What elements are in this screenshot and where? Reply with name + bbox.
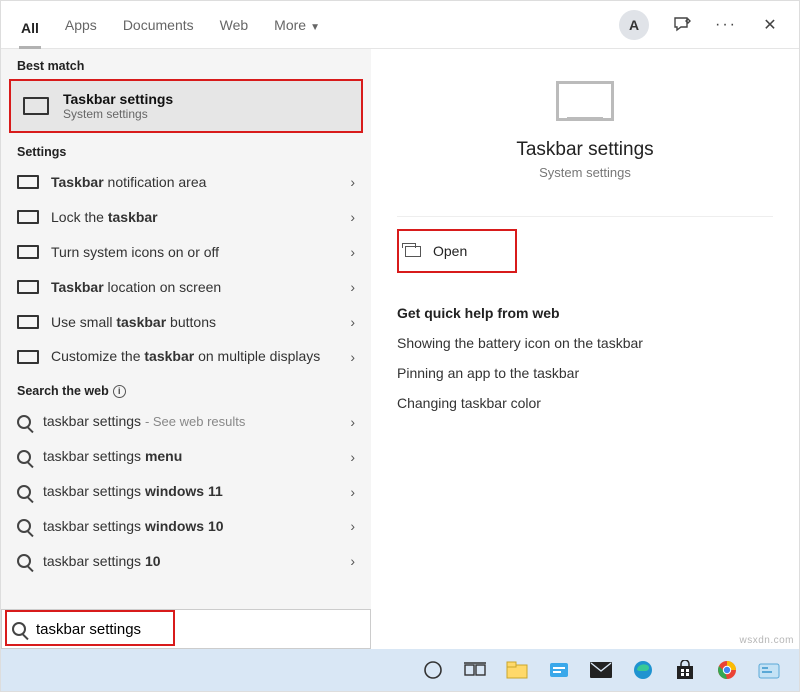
open-label: Open [433, 243, 467, 259]
tab-more[interactable]: More▼ [272, 13, 322, 37]
open-button[interactable]: Open [397, 229, 517, 273]
search-icon [17, 554, 31, 568]
best-match-item[interactable]: Taskbar settings System settings [9, 79, 363, 133]
settings-item[interactable]: Taskbar location on screen › [1, 270, 371, 305]
header-tabs: All Apps Documents Web More▼ A ··· ✕ [1, 1, 799, 49]
web-search-item[interactable]: taskbar settings menu › [1, 439, 371, 474]
chevron-right-icon: › [350, 484, 355, 500]
search-input[interactable] [36, 621, 370, 638]
settings-item-label: Use small taskbar buttons [51, 313, 338, 332]
settings-item[interactable]: Taskbar notification area › [1, 165, 371, 200]
tab-all[interactable]: All [19, 16, 41, 49]
chevron-right-icon: › [350, 244, 355, 260]
open-icon [405, 246, 421, 257]
best-match-title: Taskbar settings [63, 91, 173, 107]
display-icon [17, 315, 39, 329]
task-view-icon[interactable] [463, 658, 487, 682]
section-best-match: Best match [1, 49, 371, 79]
settings-item-label: Lock the taskbar [51, 208, 338, 227]
tab-apps[interactable]: Apps [63, 13, 99, 37]
web-item-label: taskbar settings menu [43, 447, 338, 466]
display-icon [17, 350, 39, 364]
settings-item[interactable]: Use small taskbar buttons › [1, 305, 371, 340]
preview-panel: Taskbar settings System settings Open Ge… [371, 49, 799, 649]
more-options-icon[interactable]: ··· [715, 16, 737, 34]
chevron-down-icon: ▼ [310, 22, 320, 33]
help-link[interactable]: Showing the battery icon on the taskbar [397, 335, 773, 351]
results-panel: Best match Taskbar settings System setti… [1, 49, 371, 649]
web-search-item[interactable]: taskbar settings - See web results › [1, 404, 371, 439]
chevron-right-icon: › [350, 174, 355, 190]
app-board-icon[interactable] [757, 658, 781, 682]
search-bar[interactable] [1, 609, 371, 649]
section-settings: Settings [1, 135, 371, 165]
chevron-right-icon: › [350, 279, 355, 295]
search-icon [17, 450, 31, 464]
web-search-item[interactable]: taskbar settings 10 › [1, 544, 371, 579]
help-link[interactable]: Changing taskbar color [397, 395, 773, 411]
web-item-label: taskbar settings 10 [43, 552, 338, 571]
chevron-right-icon: › [350, 553, 355, 569]
edge-icon[interactable] [631, 658, 655, 682]
taskbar-settings-hero-icon [556, 81, 614, 121]
settings-item-label: Taskbar notification area [51, 173, 338, 192]
preview-subtitle: System settings [397, 165, 773, 180]
avatar[interactable]: A [619, 10, 649, 40]
settings-item[interactable]: Customize the taskbar on multiple displa… [1, 339, 371, 374]
chevron-right-icon: › [350, 209, 355, 225]
settings-item-label: Taskbar location on screen [51, 278, 338, 297]
feedback-icon[interactable] [671, 15, 693, 35]
search-icon [17, 519, 31, 533]
display-icon [17, 210, 39, 224]
close-icon[interactable]: ✕ [759, 15, 781, 35]
cortana-icon[interactable] [421, 658, 445, 682]
best-match-subtitle: System settings [63, 107, 173, 121]
web-search-item[interactable]: taskbar settings windows 11 › [1, 474, 371, 509]
settings-item[interactable]: Lock the taskbar › [1, 200, 371, 235]
settings-item-label: Customize the taskbar on multiple displa… [51, 347, 338, 366]
display-icon [17, 280, 39, 294]
display-icon [17, 175, 39, 189]
web-item-label: taskbar settings - See web results [43, 412, 338, 431]
chevron-right-icon: › [350, 349, 355, 365]
tab-documents[interactable]: Documents [121, 13, 196, 37]
help-section-title: Get quick help from web [397, 305, 773, 321]
search-icon [12, 622, 26, 636]
section-search-web: Search the webi [1, 374, 371, 404]
taskbar-settings-icon [23, 97, 49, 115]
web-search-item[interactable]: taskbar settings windows 10 › [1, 509, 371, 544]
watermark: wsxdn.com [739, 635, 794, 646]
store-icon[interactable] [673, 658, 697, 682]
preview-title: Taskbar settings [397, 139, 773, 161]
mail-icon[interactable] [589, 658, 613, 682]
chevron-right-icon: › [350, 449, 355, 465]
chevron-right-icon: › [350, 414, 355, 430]
tab-web[interactable]: Web [218, 13, 251, 37]
chevron-right-icon: › [350, 518, 355, 534]
search-icon [17, 485, 31, 499]
web-item-label: taskbar settings windows 11 [43, 482, 338, 501]
info-icon: i [113, 385, 126, 398]
windows-taskbar [1, 649, 799, 691]
app-blue-icon[interactable] [547, 658, 571, 682]
settings-item-label: Turn system icons on or off [51, 243, 338, 262]
web-item-label: taskbar settings windows 10 [43, 517, 338, 536]
file-explorer-icon[interactable] [505, 658, 529, 682]
display-icon [17, 245, 39, 259]
help-link[interactable]: Pinning an app to the taskbar [397, 365, 773, 381]
chevron-right-icon: › [350, 314, 355, 330]
chrome-icon[interactable] [715, 658, 739, 682]
search-icon [17, 415, 31, 429]
settings-item[interactable]: Turn system icons on or off › [1, 235, 371, 270]
